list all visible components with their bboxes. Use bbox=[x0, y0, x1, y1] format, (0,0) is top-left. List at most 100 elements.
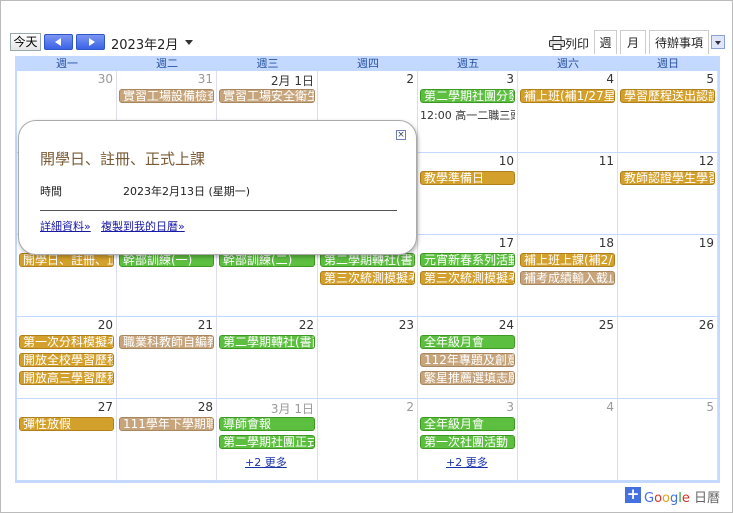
copy-to-calendar-link[interactable]: 複製到我的日曆» bbox=[101, 218, 185, 234]
day-cell[interactable]: 3 全年級月會 第一次社團活動 +2 更多 bbox=[418, 399, 518, 481]
day-cell[interactable]: 12 教師認證學生學習 bbox=[618, 153, 718, 235]
weekday-label: 週六 bbox=[557, 57, 579, 70]
calendar-event[interactable]: 第三次統測模擬考 bbox=[420, 271, 515, 285]
day-cell[interactable]: 19 bbox=[618, 235, 718, 317]
current-month-title: 2023年2月 bbox=[111, 38, 179, 53]
day-number: 18 bbox=[598, 236, 614, 250]
day-cell[interactable]: 23 bbox=[318, 317, 418, 399]
view-menu-button[interactable] bbox=[711, 35, 725, 49]
calendar-event[interactable]: 第二學期轉社(書面 bbox=[320, 253, 415, 267]
day-cell[interactable]: 20 第一次分科模擬考 開放全校學習歷程 開放高三學習歷程 bbox=[17, 317, 117, 399]
calendar-event[interactable]: 第二學期社團正式 bbox=[219, 435, 315, 449]
day-number: 21 bbox=[197, 318, 213, 332]
month-view-tab[interactable]: 月 bbox=[620, 30, 646, 54]
day-cell[interactable]: 22 第二學期轉社(書面 bbox=[217, 317, 318, 399]
day-cell[interactable]: 4 bbox=[518, 399, 618, 481]
day-cell[interactable]: 26 bbox=[618, 317, 718, 399]
details-link[interactable]: 詳細資料» bbox=[40, 218, 91, 234]
day-cell[interactable]: 3 第二學期社團分發 12:00 高一二職三頭 bbox=[418, 71, 518, 153]
next-month-button[interactable] bbox=[76, 34, 105, 50]
day-number: 28 bbox=[197, 400, 213, 414]
calendar-event[interactable]: 職業科教師自編教 bbox=[119, 335, 214, 349]
calendar-event[interactable]: 繁星推薦選填志願 bbox=[420, 371, 515, 385]
calendar-event[interactable]: 112年專題及創意 bbox=[420, 353, 515, 367]
day-cell[interactable]: 25 bbox=[518, 317, 618, 399]
day-cell[interactable]: 27 彈性放假 bbox=[17, 399, 117, 481]
day-number: 5 bbox=[706, 72, 714, 86]
day-cell[interactable]: 17 元宵新春系列活動 第三次統測模擬考 bbox=[418, 235, 518, 317]
print-button[interactable]: 列印 bbox=[549, 35, 589, 52]
calendar-event[interactable]: 開放全校學習歷程 bbox=[19, 353, 114, 367]
day-number: 23 bbox=[398, 318, 414, 332]
day-number: 20 bbox=[97, 318, 113, 332]
more-events-link[interactable]: +2 更多 bbox=[245, 454, 287, 470]
prev-month-button[interactable] bbox=[44, 34, 73, 50]
weekday-label: 週五 bbox=[457, 57, 479, 70]
calendar-event[interactable]: 元宵新春系列活動 bbox=[420, 253, 515, 267]
calendar-event[interactable]: 開學日、註冊、正式 bbox=[19, 253, 114, 267]
day-cell[interactable]: 24 全年級月會 112年專題及創意 繁星推薦選填志願 bbox=[418, 317, 518, 399]
arrow-right-icon bbox=[89, 38, 95, 46]
day-number: 2 bbox=[406, 72, 414, 86]
day-number: 17 bbox=[498, 236, 514, 250]
calendar-event[interactable]: 實習工場安全衛生 bbox=[219, 89, 315, 103]
week-view-tab[interactable]: 週 bbox=[594, 30, 617, 54]
popup-event-title: 開學日、註冊、正式上課 bbox=[40, 150, 206, 168]
calendar-event[interactable]: 第一次分科模擬考 bbox=[19, 335, 114, 349]
day-cell[interactable]: 5 學習歷程送出認證 bbox=[618, 71, 718, 153]
day-cell[interactable]: 28 111學年下學期職 bbox=[117, 399, 217, 481]
calendar-event[interactable]: 幹部訓練(二) bbox=[219, 253, 315, 267]
day-number: 25 bbox=[598, 318, 614, 332]
calendar-event[interactable]: 補考成績輸入截止 bbox=[520, 271, 615, 285]
day-number: 2 bbox=[406, 400, 414, 414]
plus-icon: + bbox=[625, 485, 641, 503]
more-events-link[interactable]: +2 更多 bbox=[446, 454, 488, 470]
today-button[interactable]: 今天 bbox=[10, 33, 41, 51]
calendar-event[interactable]: 補上班上課(補2/ bbox=[520, 253, 615, 267]
print-label: 列印 bbox=[565, 37, 590, 51]
day-cell[interactable]: 2 bbox=[318, 399, 418, 481]
calendar-event[interactable]: 第二學期轉社(書面 bbox=[219, 335, 315, 349]
calendar-event[interactable]: 全年級月會 bbox=[420, 335, 515, 349]
day-number: 3月 1日 bbox=[270, 402, 314, 416]
calendar-event[interactable]: 實習工場設備檢查 bbox=[119, 89, 214, 103]
calendar-frame: 今天 2023年2月 列印 週 月 待辦事項 週一 週二 週三 週四 週五 週六 週日 30… bbox=[0, 0, 733, 513]
printer-icon bbox=[549, 36, 565, 50]
calendar-event[interactable]: 111學年下學期職 bbox=[119, 417, 214, 431]
calendar-event[interactable]: 彈性放假 bbox=[19, 417, 114, 431]
chevron-down-icon bbox=[715, 41, 721, 45]
day-cell[interactable]: 11 bbox=[518, 153, 618, 235]
day-number: 11 bbox=[598, 154, 614, 168]
day-number: 2月 1日 bbox=[270, 74, 314, 88]
close-icon[interactable]: × bbox=[396, 130, 406, 140]
calendar-event[interactable]: 第二學期社團分發 bbox=[420, 89, 515, 103]
event-popup: × 開學日、註冊、正式上課 時間 2023年2月13日 (星期一) 詳細資料» … bbox=[18, 120, 417, 255]
day-cell[interactable]: 10 教學準備日 bbox=[418, 153, 518, 235]
calendar-event[interactable]: 全年級月會 bbox=[420, 417, 515, 431]
day-number: 30 bbox=[97, 72, 113, 86]
weekday-label: 週二 bbox=[156, 57, 178, 70]
month-dropdown-icon[interactable] bbox=[185, 40, 193, 45]
popup-time-value: 2023年2月13日 (星期一) bbox=[123, 185, 251, 198]
weekday-label: 週四 bbox=[357, 57, 379, 70]
day-number: 24 bbox=[498, 318, 514, 332]
calendar-event[interactable]: 學習歷程送出認證 bbox=[620, 89, 715, 103]
calendar-event[interactable]: 第一次社團活動 bbox=[420, 435, 515, 449]
calendar-event[interactable]: 第三次統測模擬考 bbox=[320, 271, 415, 285]
day-cell[interactable]: 4 補上班(補1/27星 bbox=[518, 71, 618, 153]
calendar-event[interactable]: 12:00 高一二職三頭 bbox=[420, 107, 515, 123]
day-cell[interactable]: 5 bbox=[618, 399, 718, 481]
calendar-event[interactable]: 幹部訓練(一) bbox=[119, 253, 214, 267]
calendar-event[interactable]: 導師會報 bbox=[219, 417, 315, 431]
calendar-event[interactable]: 教師認證學生學習 bbox=[620, 171, 715, 185]
day-number: 31 bbox=[197, 72, 213, 86]
agenda-view-tab[interactable]: 待辦事項 bbox=[649, 30, 709, 54]
day-cell[interactable]: 18 補上班上課(補2/補考成績輸入截止 bbox=[518, 235, 618, 317]
weekday-header: 週一 週二 週三 週四 週五 週六 週日 bbox=[15, 56, 720, 71]
calendar-event[interactable]: 補上班(補1/27星 bbox=[520, 89, 615, 103]
calendar-event[interactable]: 開放高三學習歷程 bbox=[19, 371, 114, 385]
day-cell[interactable]: 21 職業科教師自編教 bbox=[117, 317, 217, 399]
day-cell[interactable]: 3月 1日 導師會報第二學期社團正式 +2 更多 bbox=[217, 399, 318, 481]
google-calendar-text: Google 日曆 bbox=[644, 491, 721, 506]
calendar-event[interactable]: 教學準備日 bbox=[420, 171, 515, 185]
